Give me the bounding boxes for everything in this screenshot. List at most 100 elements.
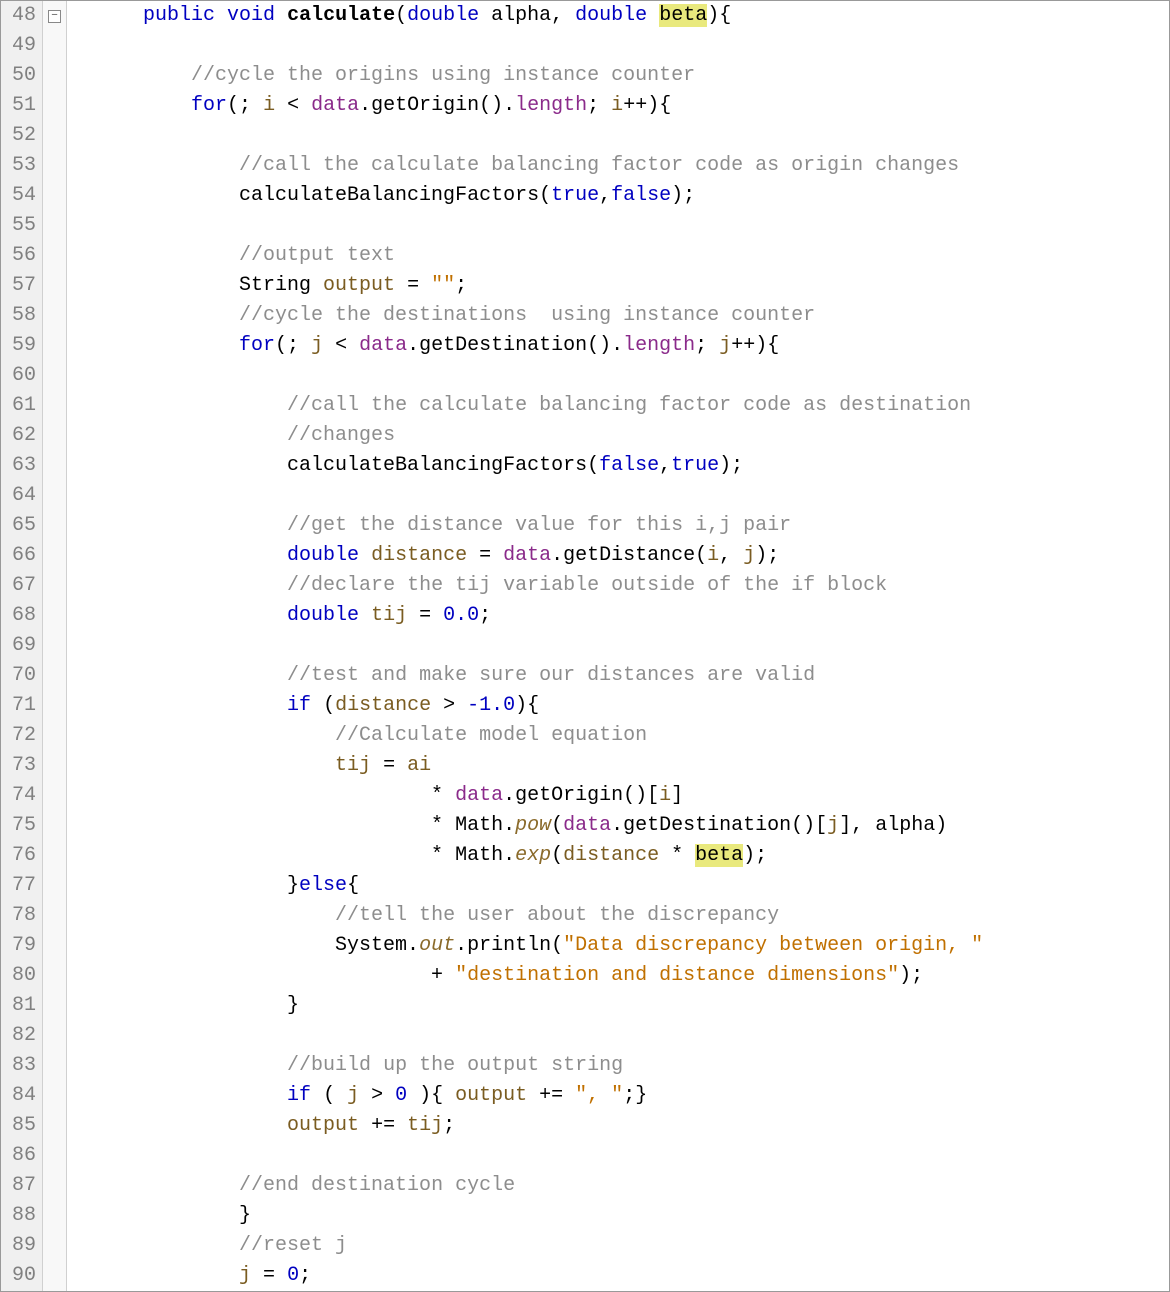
code-token: false [599, 454, 659, 477]
code-line[interactable]: } [71, 1201, 1169, 1231]
code-line[interactable] [71, 631, 1169, 661]
line-number: 81 [5, 991, 36, 1021]
code-line[interactable]: * Math.exp(distance * beta); [71, 841, 1169, 871]
code-line[interactable] [71, 1021, 1169, 1051]
code-line[interactable]: for(; j < data.getDestination().length; … [71, 331, 1169, 361]
fold-cell [43, 931, 66, 961]
line-number: 73 [5, 751, 36, 781]
code-line[interactable]: //call the calculate balancing factor co… [71, 391, 1169, 421]
line-number: 58 [5, 301, 36, 331]
code-token: System. [71, 934, 419, 957]
code-line[interactable]: * data.getOrigin()[i] [71, 781, 1169, 811]
code-token: ; [695, 334, 719, 357]
code-line[interactable]: //declare the tij variable outside of th… [71, 571, 1169, 601]
code-token: exp [515, 844, 551, 867]
line-number: 55 [5, 211, 36, 241]
code-token: j [347, 1084, 359, 1107]
code-token: ( [395, 4, 407, 27]
code-token [359, 604, 371, 627]
code-line[interactable] [71, 361, 1169, 391]
code-line[interactable]: if ( j > 0 ){ output += ", ";} [71, 1081, 1169, 1111]
code-line[interactable] [71, 31, 1169, 61]
fold-minus-icon[interactable]: − [48, 10, 61, 23]
code-token [71, 4, 143, 27]
code-line[interactable]: //Calculate model equation [71, 721, 1169, 751]
code-token: j [239, 1264, 251, 1287]
line-number: 75 [5, 811, 36, 841]
code-token [71, 1084, 287, 1107]
code-line[interactable]: //tell the user about the discrepancy [71, 901, 1169, 931]
code-line[interactable]: for(; i < data.getOrigin().length; i++){ [71, 91, 1169, 121]
code-token: = [407, 604, 443, 627]
code-line[interactable]: double distance = data.getDistance(i, j)… [71, 541, 1169, 571]
fold-cell [43, 331, 66, 361]
code-line[interactable]: calculateBalancingFactors(true,false); [71, 181, 1169, 211]
fold-cell [43, 1081, 66, 1111]
code-line[interactable] [71, 1141, 1169, 1171]
code-line[interactable] [71, 481, 1169, 511]
code-token: 0 [395, 1084, 407, 1107]
code-line[interactable]: j = 0; [71, 1261, 1169, 1291]
code-line[interactable]: tij = ai [71, 751, 1169, 781]
code-line[interactable]: + "destination and distance dimensions")… [71, 961, 1169, 991]
code-line[interactable]: System.out.println("Data discrepancy bet… [71, 931, 1169, 961]
code-token: , [659, 454, 671, 477]
line-number: 71 [5, 691, 36, 721]
fold-cell: − [43, 1, 66, 31]
line-number: 66 [5, 541, 36, 571]
code-token: = [467, 544, 503, 567]
fold-cell [43, 601, 66, 631]
code-line[interactable]: //cycle the destinations using instance … [71, 301, 1169, 331]
code-token: .getDistance( [551, 544, 707, 567]
code-token: ; [443, 1114, 455, 1137]
code-line[interactable]: } [71, 991, 1169, 1021]
code-token: += [359, 1114, 407, 1137]
line-number: 83 [5, 1051, 36, 1081]
line-number: 65 [5, 511, 36, 541]
code-line[interactable]: //output text [71, 241, 1169, 271]
code-line[interactable]: output += tij; [71, 1111, 1169, 1141]
fold-cell [43, 361, 66, 391]
code-line[interactable]: String output = ""; [71, 271, 1169, 301]
code-line[interactable]: //test and make sure our distances are v… [71, 661, 1169, 691]
code-line[interactable]: if (distance > -1.0){ [71, 691, 1169, 721]
fold-cell [43, 271, 66, 301]
code-token: j [311, 334, 323, 357]
code-line[interactable] [71, 211, 1169, 241]
line-number: 79 [5, 931, 36, 961]
line-number: 62 [5, 421, 36, 451]
fold-cell [43, 961, 66, 991]
code-token: { [347, 874, 359, 897]
code-token: < [275, 94, 311, 117]
fold-cell [43, 901, 66, 931]
code-line[interactable]: //call the calculate balancing factor co… [71, 151, 1169, 181]
code-line[interactable]: //reset j [71, 1231, 1169, 1261]
code-token: ); [899, 964, 923, 987]
code-token [71, 754, 335, 777]
code-token: data [311, 94, 359, 117]
code-token: distance [563, 844, 659, 867]
code-line[interactable]: * Math.pow(data.getDestination()[j], alp… [71, 811, 1169, 841]
code-line[interactable]: double tij = 0.0; [71, 601, 1169, 631]
code-line[interactable]: //end destination cycle [71, 1171, 1169, 1201]
code-line[interactable]: //changes [71, 421, 1169, 451]
code-line[interactable]: //cycle the origins using instance count… [71, 61, 1169, 91]
code-line[interactable]: }else{ [71, 871, 1169, 901]
code-token: //changes [287, 424, 395, 447]
code-editor[interactable]: 4849505152535455565758596061626364656667… [0, 0, 1170, 1292]
code-token: if [287, 694, 311, 717]
code-line[interactable] [71, 121, 1169, 151]
code-line[interactable]: //get the distance value for this i,j pa… [71, 511, 1169, 541]
code-token: double [407, 4, 479, 27]
code-area[interactable]: public void calculate(double alpha, doub… [67, 1, 1169, 1291]
line-number: 64 [5, 481, 36, 511]
code-token: void [227, 4, 275, 27]
code-line[interactable]: calculateBalancingFactors(false,true); [71, 451, 1169, 481]
line-number: 78 [5, 901, 36, 931]
code-token: for [239, 334, 275, 357]
code-token: true [551, 184, 599, 207]
code-line[interactable]: public void calculate(double alpha, doub… [71, 1, 1169, 31]
code-token: * [659, 844, 695, 867]
code-token [71, 574, 287, 597]
code-line[interactable]: //build up the output string [71, 1051, 1169, 1081]
